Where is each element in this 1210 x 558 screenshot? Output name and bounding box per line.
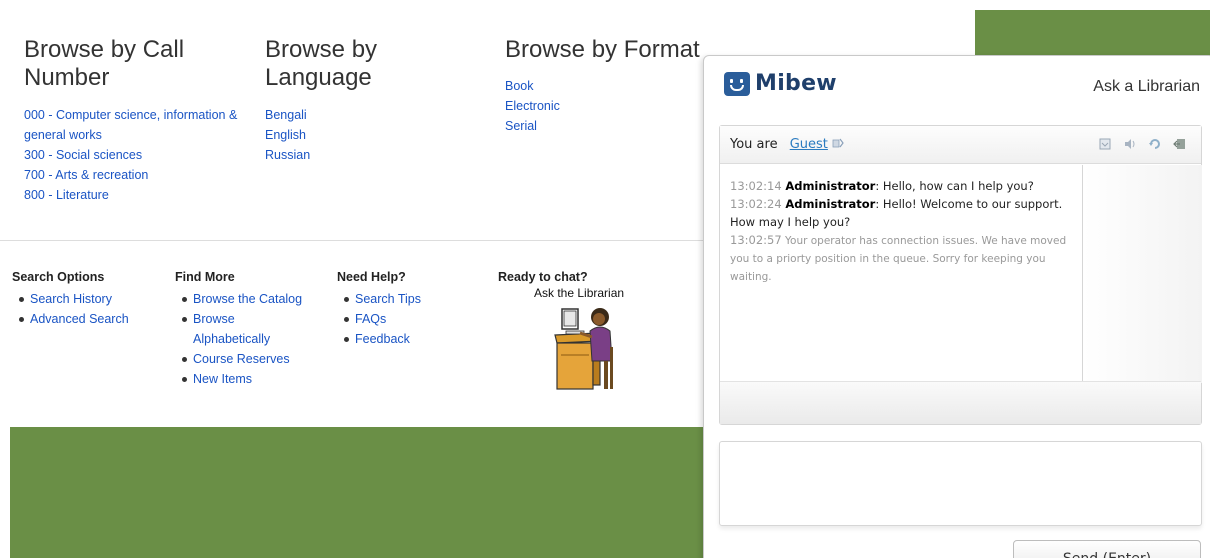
sound-icon[interactable]	[1123, 137, 1137, 151]
change-name-icon[interactable]	[832, 137, 844, 149]
language-link[interactable]: Russian	[265, 148, 310, 162]
call-number-link[interactable]: 000 - Computer science, information & ge…	[24, 108, 237, 142]
call-number-link[interactable]: 700 - Arts & recreation	[24, 168, 148, 182]
format-link[interactable]: Electronic	[505, 99, 560, 113]
message-time: 13:02:14	[730, 179, 782, 193]
language-link[interactable]: English	[265, 128, 306, 142]
browse-language: Browse by Language Bengali English Russi…	[265, 36, 465, 165]
search-history-link[interactable]: Search History	[30, 292, 112, 306]
mibew-logo-text: Mibew	[755, 71, 837, 96]
green-footer-block	[10, 427, 710, 558]
section-divider	[0, 240, 712, 241]
guest-name-link[interactable]: Guest	[790, 137, 828, 152]
ask-librarian-label[interactable]: Ask the Librarian	[498, 285, 658, 301]
footer-need-help: Need Help? Search Tips FAQs Feedback	[337, 269, 487, 349]
advanced-search-link[interactable]: Advanced Search	[30, 312, 129, 326]
message-text: : Hello, how can I help you?	[875, 179, 1034, 193]
call-number-link[interactable]: 800 - Literature	[24, 188, 109, 202]
footer-heading: Search Options	[12, 270, 105, 284]
browse-call-number: Browse by Call Number 000 - Computer sci…	[24, 36, 244, 205]
new-items-link[interactable]: New Items	[193, 372, 252, 386]
mibew-logo: Mibew	[724, 71, 837, 96]
format-link[interactable]: Serial	[505, 119, 537, 133]
mibew-logo-icon	[724, 71, 750, 96]
chat-toolbar-icons	[1098, 137, 1187, 151]
chat-window: Mibew Ask a Librarian You are Guest 13:0…	[703, 55, 1210, 558]
chat-toolbar: You are Guest	[720, 126, 1201, 164]
footer-heading: Need Help?	[337, 270, 406, 284]
footer-heading: Find More	[175, 270, 235, 284]
chat-messages: 13:02:14 Administrator: Hello, how can I…	[720, 165, 1082, 383]
chat-title: Ask a Librarian	[1093, 78, 1200, 95]
message-time: 13:02:24	[730, 197, 782, 211]
browse-call-number-title: Browse by Call Number	[24, 36, 185, 91]
librarian-illustration[interactable]	[552, 303, 618, 393]
footer-heading: Ready to chat?	[498, 270, 588, 284]
chat-panel: You are Guest 13:02:14 Administrator: He…	[719, 125, 1202, 425]
send-button[interactable]: Send (Enter)	[1013, 540, 1201, 558]
browse-catalog-link[interactable]: Browse the Catalog	[193, 292, 302, 306]
call-number-link[interactable]: 300 - Social sciences	[24, 148, 142, 162]
footer-chat: Ready to chat? Ask the Librarian	[498, 269, 658, 301]
format-link[interactable]: Book	[505, 79, 534, 93]
browse-format: Browse by Format Book Electronic Serial	[505, 36, 715, 136]
footer-find-more: Find More Browse the Catalog Browse Alph…	[175, 269, 335, 389]
chat-sidebar	[1082, 165, 1202, 383]
browse-section: Browse by Call Number 000 - Computer sci…	[0, 0, 710, 240]
message-input[interactable]	[719, 441, 1202, 526]
footer-search-options: Search Options Search History Advanced S…	[12, 269, 162, 329]
browse-language-title: Browse by Language	[265, 36, 378, 91]
chat-status-bar	[720, 381, 1201, 424]
message-author: Administrator	[785, 179, 876, 193]
page: Browse by Call Number 000 - Computer sci…	[0, 0, 1210, 558]
language-link[interactable]: Bengali	[265, 108, 307, 122]
browse-alphabetically-link[interactable]: Browse Alphabetically	[193, 312, 270, 346]
feedback-link[interactable]: Feedback	[355, 332, 410, 346]
course-reserves-link[interactable]: Course Reserves	[193, 352, 290, 366]
user-identity: You are Guest	[730, 137, 844, 152]
system-message: 13:02:57 Your operator has connection is…	[730, 231, 1072, 286]
message-author: Administrator	[785, 197, 876, 211]
message-time: 13:02:57	[730, 233, 782, 247]
mail-history-icon[interactable]	[1098, 137, 1112, 151]
refresh-icon[interactable]	[1148, 137, 1162, 151]
chat-message: 13:02:14 Administrator: Hello, how can I…	[730, 177, 1072, 195]
search-tips-link[interactable]: Search Tips	[355, 292, 421, 306]
you-are-label: You are	[730, 137, 778, 152]
close-chat-icon[interactable]	[1173, 137, 1187, 151]
faqs-link[interactable]: FAQs	[355, 312, 386, 326]
chat-message: 13:02:24 Administrator: Hello! Welcome t…	[730, 195, 1072, 231]
chat-header: Mibew Ask a Librarian	[704, 56, 1210, 120]
browse-format-title: Browse by Format	[505, 36, 700, 63]
